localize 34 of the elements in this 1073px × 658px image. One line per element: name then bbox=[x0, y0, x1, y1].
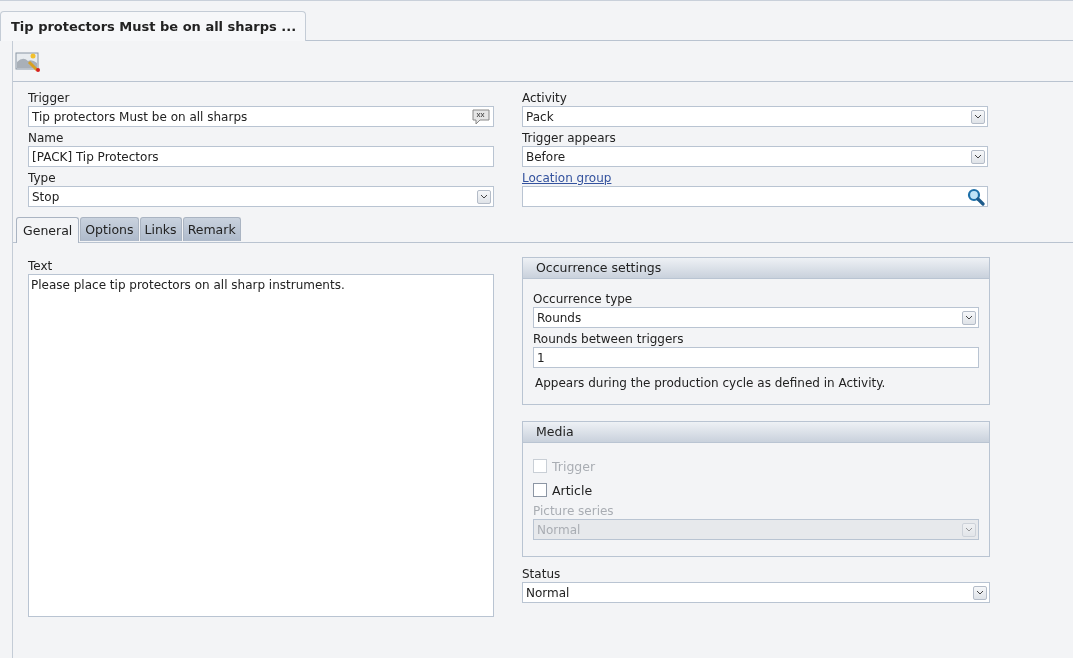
dropdown-field[interactable]: Pack bbox=[522, 106, 988, 127]
search-icon[interactable] bbox=[967, 187, 985, 206]
field-label: Picture series bbox=[533, 503, 615, 519]
checkbox[interactable] bbox=[533, 483, 547, 497]
field-label: Name bbox=[28, 130, 65, 146]
input-field[interactable]: 1 bbox=[533, 347, 979, 368]
field-label: Rounds between triggers bbox=[533, 331, 685, 347]
input-field[interactable]: [PACK] Tip Protectors bbox=[28, 146, 494, 167]
speech-bubble-icon[interactable] bbox=[471, 108, 491, 125]
field-label: Text bbox=[28, 258, 54, 274]
group-title: Occurrence settings bbox=[523, 258, 989, 279]
lookup-field[interactable] bbox=[522, 186, 988, 207]
tab[interactable]: Remark bbox=[182, 217, 241, 241]
dropdown-field[interactable]: Rounds bbox=[533, 307, 979, 328]
hint-text: Appears during the production cycle as defined in Activity. bbox=[534, 376, 887, 390]
field-label: Trigger appears bbox=[522, 130, 617, 146]
dropdown-field[interactable]: Normal bbox=[522, 582, 990, 603]
text-area[interactable]: Please place tip protectors on all sharp instruments. bbox=[28, 274, 494, 617]
dropdown-field[interactable]: Stop bbox=[28, 186, 494, 207]
checkbox-label: Trigger bbox=[552, 458, 596, 474]
dropdown-field[interactable]: Before bbox=[522, 146, 988, 167]
field-label: Type bbox=[28, 170, 57, 186]
tab[interactable]: Options bbox=[80, 217, 139, 241]
document-tab[interactable]: Tip protectors Must be on all sharps ... bbox=[0, 11, 306, 41]
field-label: Trigger bbox=[28, 90, 71, 106]
field-label: Status bbox=[522, 566, 562, 582]
field-link[interactable]: Location group bbox=[522, 170, 612, 186]
group-title: Media bbox=[523, 422, 989, 443]
input-field[interactable]: Tip protectors Must be on all sharps bbox=[28, 106, 494, 127]
checkbox-label: Article bbox=[552, 482, 593, 498]
field-label: Occurrence type bbox=[533, 291, 634, 307]
tab[interactable]: Links bbox=[139, 217, 182, 241]
tab[interactable]: General bbox=[16, 217, 80, 243]
field-label: Activity bbox=[522, 90, 568, 106]
